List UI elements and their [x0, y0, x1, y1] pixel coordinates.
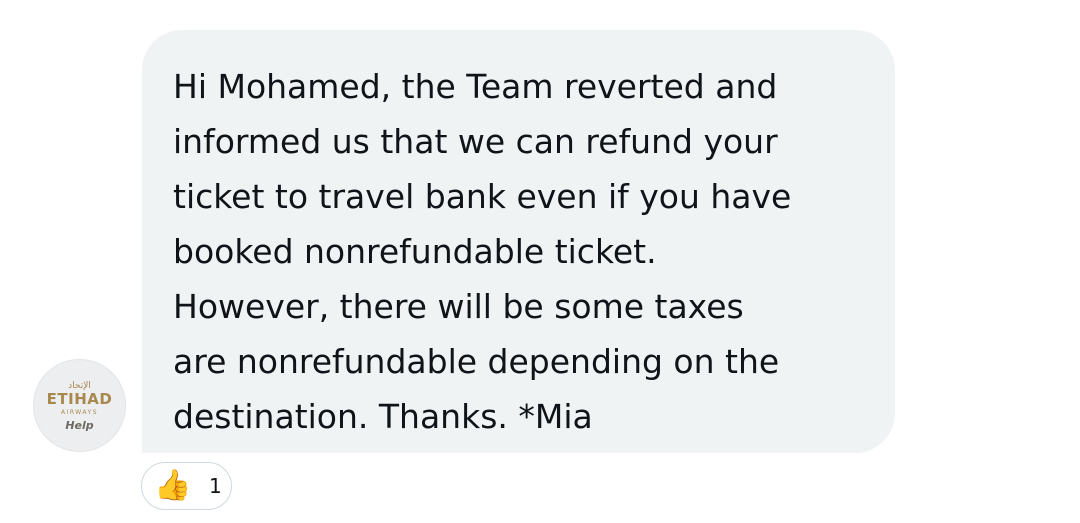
- message-line: booked nonrefundable ticket.: [173, 232, 657, 271]
- message-line: However, there will be some taxes: [173, 287, 744, 326]
- message-bubble[interactable]: Hi Mohamed, the Team reverted and inform…: [142, 30, 895, 453]
- message-line: ticket to travel bank even if you have: [173, 177, 792, 216]
- message-line: Hi Mohamed, the Team reverted and: [173, 67, 778, 106]
- reaction-button[interactable]: 👍 1: [141, 462, 232, 510]
- message-line: informed us that we can refund your: [173, 122, 778, 161]
- dm-conversation: الإتحاد ETIHAD AIRWAYS Help Hi Mohamed, …: [0, 0, 1080, 523]
- avatar-help-label: Help: [65, 419, 94, 432]
- avatar-brand-logo: ETIHAD: [46, 390, 113, 408]
- message-line: are nonrefundable depending on the: [173, 342, 780, 381]
- thumbs-up-icon: 👍: [154, 468, 192, 503]
- reaction-count: 1: [209, 474, 222, 498]
- avatar-brand-subtitle: AIRWAYS: [60, 409, 99, 416]
- avatar[interactable]: الإتحاد ETIHAD AIRWAYS Help: [33, 359, 126, 452]
- message-line: destination. Thanks. *Mia: [173, 397, 593, 436]
